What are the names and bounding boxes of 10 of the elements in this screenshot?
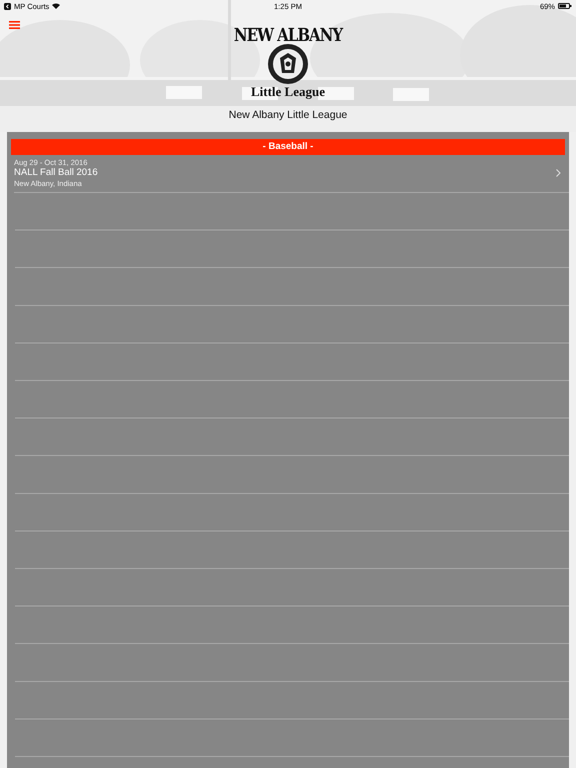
emblem-icon xyxy=(267,43,309,85)
menu-icon[interactable] xyxy=(9,18,20,28)
battery-icon xyxy=(558,3,572,9)
logo-text: Little League xyxy=(250,85,325,99)
logo-text: NEW ALBANY xyxy=(234,25,342,45)
league-title: New Albany Little League xyxy=(228,109,348,121)
section-header: - Baseball - xyxy=(11,139,565,155)
wifi-icon xyxy=(52,3,60,9)
season-name[interactable]: NALL Fall Ball 2016 xyxy=(14,167,556,179)
chevron-icon[interactable] xyxy=(556,169,561,177)
